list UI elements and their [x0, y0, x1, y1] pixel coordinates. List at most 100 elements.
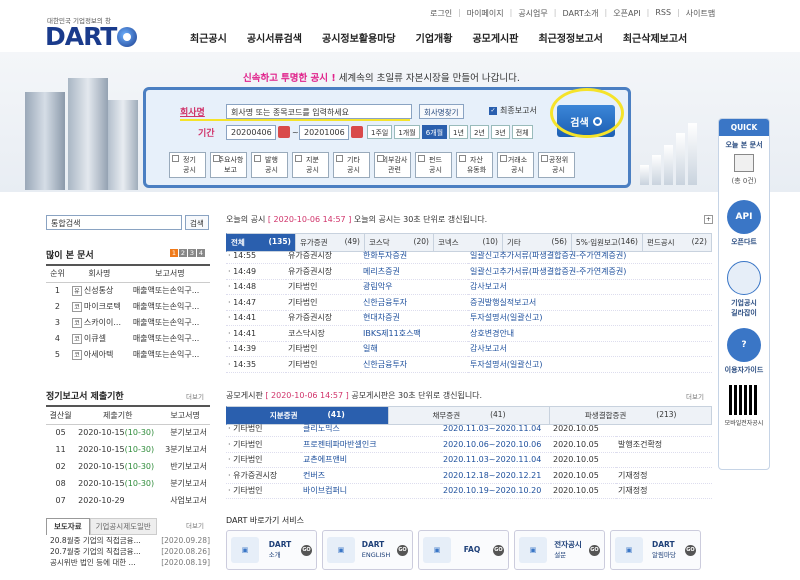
report-link[interactable]: 상호변경안내	[468, 325, 712, 342]
dart-logo[interactable]: DART	[45, 22, 138, 51]
period-option[interactable]: 1개월	[394, 125, 420, 139]
table-row[interactable]: 1 유 신성통상 매출액또는손익구...	[46, 282, 210, 298]
report-link[interactable]: 감사보고서	[468, 341, 712, 357]
nav-item[interactable]: 최근정정보고서	[528, 30, 612, 45]
company-link[interactable]: 일해	[361, 341, 468, 357]
category-checkbox[interactable]: 정기 공시	[169, 152, 206, 178]
period-option[interactable]: 전체	[511, 125, 533, 139]
disclosure-row[interactable]: · 14:35 기타법인 신한금융투자 투자설명서(일괄신고)	[226, 356, 712, 373]
company-link[interactable]: 신한금융투자	[361, 356, 468, 373]
ipo-more-link[interactable]: 더보기	[686, 391, 704, 401]
category-checkbox[interactable]: 주요사항 보고	[210, 152, 247, 178]
disclosure-system-tab[interactable]: 기업공시제도일반	[89, 518, 157, 535]
topbar-link[interactable]: 사이트맵	[686, 8, 715, 19]
company-link[interactable]: 프로젠테파마반셀인크	[301, 436, 441, 453]
ipo-row[interactable]: · 기타법인 프로젠테파마반셀인크 2020.10.06~2020.10.06 202…	[226, 436, 712, 453]
period-option[interactable]: 6개월	[421, 125, 448, 139]
report-link[interactable]: 증권발행실적보고서	[468, 294, 712, 311]
table-row[interactable]: 5 코 아세아텍 매출액또는손익구...	[46, 346, 210, 362]
company-link[interactable]: IBKS제11호스팩	[361, 325, 468, 342]
disclosure-row[interactable]: · 14:48 기타법인 광림악우 감사보고서	[226, 279, 712, 295]
period-option[interactable]: 1주일	[367, 125, 393, 139]
nav-item[interactable]: 공시정보활용마당	[312, 30, 406, 45]
company-link[interactable]: 바이브컴퍼니	[301, 483, 441, 499]
start-date-input[interactable]: 20200406	[226, 125, 276, 140]
report-link[interactable]: 투자설명서(일괄신고)	[468, 356, 712, 373]
ipo-row[interactable]: · 기타법인 교촌에프앤비 2020.11.03~2020.11.04 2020.10…	[226, 452, 712, 468]
end-date-input[interactable]: 20201006	[299, 125, 349, 140]
news-item[interactable]: 20.7월중 기업의 직접금융... [2020.08.26]	[50, 546, 210, 557]
table-row[interactable]: 3 코 스카이이... 매출액또는손익구...	[46, 314, 210, 330]
disclosure-row[interactable]: · 14:41 유가증권시장 현대차증권 투자설명서(일괄신고)	[226, 310, 712, 326]
nav-item[interactable]: 최근공시	[180, 30, 237, 45]
category-checkbox[interactable]: 기타 공시	[333, 152, 370, 178]
ipo-row[interactable]: · 기타법인 클리노믹스 2020.11.03~2020.11.04 2020.10.…	[226, 421, 712, 437]
deadline-more-link[interactable]: 더보기	[186, 391, 204, 401]
company-link[interactable]: 광림악우	[361, 279, 468, 295]
topbar-link[interactable]: 오픈API	[613, 8, 640, 19]
company-link[interactable]: 메리츠증권	[361, 263, 468, 280]
report-link[interactable]: 일괄신고추가서류(파생결합증권-주가연계증권)	[468, 263, 712, 280]
period-option[interactable]: 1년	[449, 125, 468, 139]
disclosure-row[interactable]: · 14:39 기타법인 일해 감사보고서	[226, 341, 712, 357]
open-api-link[interactable]: API 오픈다트	[719, 200, 769, 247]
disclosure-row[interactable]: · 14:47 기타법인 신한금융투자 증권발행실적보고서	[226, 294, 712, 311]
final-report-checkbox[interactable]: ✓ 최종보고서	[489, 105, 537, 116]
page-number[interactable]: 2	[179, 249, 187, 257]
period-option[interactable]: 2년	[469, 125, 489, 139]
service-link[interactable]: ▣ DART ENGLISH GO	[322, 530, 413, 570]
period-option[interactable]: 3년	[490, 125, 510, 139]
topbar-link[interactable]: DART소개	[562, 8, 598, 19]
news-item[interactable]: 공시위반 법인 등에 대한 ... [2020.08.19]	[50, 557, 210, 568]
recent-docs[interactable]: 오늘 본 문서 (총 0건)	[719, 140, 769, 186]
user-guide-link[interactable]: ? 이용자가이드	[719, 328, 769, 375]
company-link[interactable]: 컨버즈	[301, 467, 441, 484]
news-more-link[interactable]: 더보기	[186, 520, 204, 530]
report-link[interactable]: 감사보고서	[468, 279, 712, 295]
company-link[interactable]: 한화투자증권	[361, 248, 468, 264]
guide-link[interactable]: 기업공시 길라잡이	[719, 261, 769, 318]
mobile-link[interactable]: 모바일전자공시	[719, 385, 769, 427]
calendar-icon[interactable]	[278, 126, 290, 138]
topbar-link[interactable]: 마이페이지	[467, 8, 504, 19]
calendar-icon[interactable]	[351, 126, 363, 138]
page-number[interactable]: 1	[170, 249, 178, 257]
category-checkbox[interactable]: 외부감사 관련	[374, 152, 411, 178]
nav-item[interactable]: 공모게시판	[462, 30, 528, 45]
table-row[interactable]: 2 코 마이크로텍 매출액또는손익구...	[46, 298, 210, 314]
ipo-row[interactable]: · 유가증권시장 컨버즈 2020.12.18~2020.12.21 2020.10.…	[226, 467, 712, 484]
service-link[interactable]: ▣ DART 소개 GO	[226, 530, 317, 570]
table-row[interactable]: 4 코 이큐셀 매출액또는손익구...	[46, 330, 210, 346]
press-release-tab[interactable]: 보도자료	[46, 518, 90, 535]
disclosure-row[interactable]: · 14:41 코스닥시장 IBKS제11호스팩 상호변경안내	[226, 325, 712, 342]
unified-search-button[interactable]: 검색	[185, 215, 209, 230]
category-checkbox[interactable]: 펀드 공시	[415, 152, 452, 178]
category-checkbox[interactable]: 지분 공시	[292, 152, 329, 178]
category-checkbox[interactable]: 거래소 공시	[497, 152, 534, 178]
disclosure-row[interactable]: · 14:55 유가증권시장 한화투자증권 일괄신고추가서류(파생결합증권-주가연계증…	[226, 248, 712, 264]
company-link[interactable]: 클리노믹스	[301, 421, 441, 437]
service-link[interactable]: ▣ DART 알림마당 GO	[610, 530, 701, 570]
page-number[interactable]: 3	[188, 249, 196, 257]
company-link[interactable]: 교촌에프앤비	[301, 452, 441, 468]
category-checkbox[interactable]: 자산 유동화	[456, 152, 493, 178]
service-link[interactable]: ▣ 전자공시 설문 GO	[514, 530, 605, 570]
news-item[interactable]: 20.8월중 기업의 직접금융... [2020.09.28]	[50, 535, 210, 546]
expand-icon[interactable]: +	[704, 215, 713, 224]
service-link[interactable]: ▣ FAQ GO	[418, 530, 509, 570]
company-link[interactable]: 신한금융투자	[361, 294, 468, 311]
category-checkbox[interactable]: 발행 공시	[251, 152, 288, 178]
category-checkbox[interactable]: 공정위 공시	[538, 152, 575, 178]
topbar-link[interactable]: 로그인	[430, 8, 452, 19]
nav-item[interactable]: 최근삭제보고서	[613, 30, 697, 45]
topbar-link[interactable]: 공시업무	[518, 8, 547, 19]
unified-search-input[interactable]: 통합검색	[46, 215, 182, 230]
ipo-row[interactable]: · 기타법인 바이브컴퍼니 2020.10.19~2020.10.20 2020.10…	[226, 483, 712, 499]
company-search-input[interactable]: 회사명 또는 종목코드를 입력하세요	[226, 104, 412, 119]
company-link[interactable]: 현대차증권	[361, 310, 468, 326]
report-link[interactable]: 일괄신고추가서류(파생결합증권-주가연계증권)	[468, 248, 712, 264]
nav-item[interactable]: 기업개황	[406, 30, 463, 45]
find-company-button[interactable]: 회사명찾기	[419, 104, 464, 119]
nav-item[interactable]: 공시서류검색	[237, 30, 312, 45]
report-link[interactable]: 투자설명서(일괄신고)	[468, 310, 712, 326]
